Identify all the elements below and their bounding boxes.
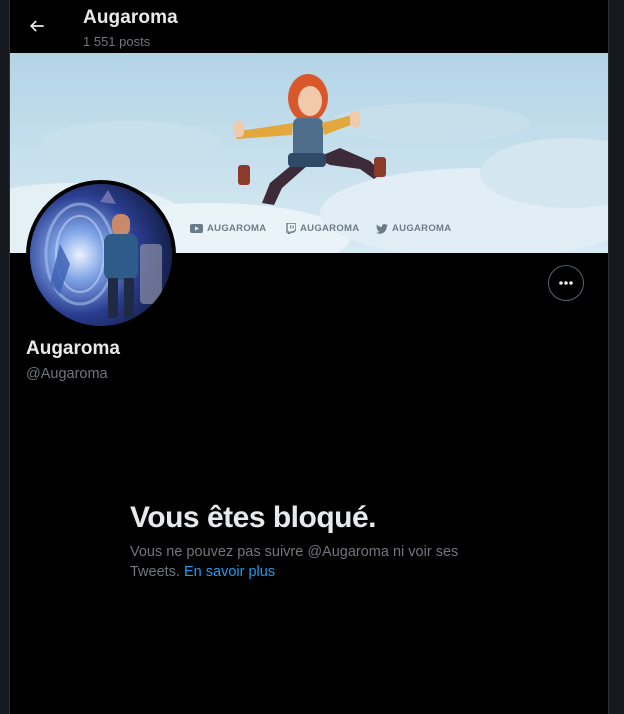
- banner-twitter-label: AUGAROMA: [392, 223, 452, 234]
- profile-display-name: Augaroma: [26, 338, 120, 359]
- banner-youtube-label: AUGAROMA: [207, 223, 267, 234]
- banner-youtube-tag: AUGAROMA: [190, 223, 266, 234]
- twitch-icon: [286, 223, 296, 234]
- back-button[interactable]: [24, 13, 50, 39]
- twitter-bird-icon: [376, 223, 388, 234]
- arrow-left-icon: [29, 20, 44, 32]
- blocked-title: Vous êtes bloqué.: [130, 501, 377, 534]
- banner-twitch-label: AUGAROMA: [300, 223, 360, 234]
- profile-handle: @Augaroma: [26, 366, 108, 382]
- header-post-count: 1 551 posts: [83, 34, 151, 49]
- more-options-button[interactable]: [548, 265, 584, 301]
- blocked-message-text: Vous ne pouvez pas suivre @Augaroma ni v…: [130, 544, 459, 580]
- banner-twitter-tag: AUGAROMA: [376, 223, 451, 234]
- blocked-message: Vous ne pouvez pas suivre @Augaroma ni v…: [130, 542, 490, 582]
- learn-more-link[interactable]: En savoir plus: [184, 564, 275, 580]
- banner-twitch-tag: AUGAROMA: [286, 223, 359, 234]
- avatar[interactable]: [26, 180, 176, 330]
- more-horizontal-icon: [559, 281, 573, 285]
- blocked-notice: Vous êtes bloqué. Vous ne pouvez pas sui…: [130, 500, 490, 582]
- profile-page: Augaroma 1 551 posts AUGAROMA AUGAROMA A…: [9, 0, 609, 714]
- header-title: Augaroma: [83, 7, 178, 28]
- profile-header-bar: Augaroma 1 551 posts: [10, 0, 608, 53]
- youtube-icon: [190, 224, 203, 233]
- avatar-image: [30, 184, 172, 326]
